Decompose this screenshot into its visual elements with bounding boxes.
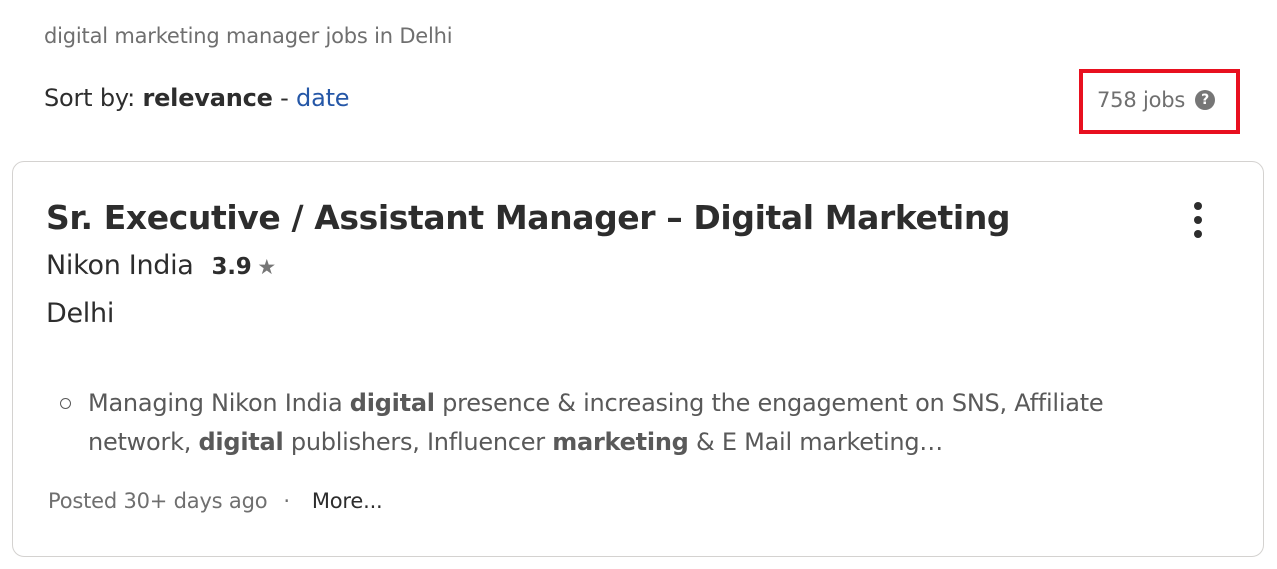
company-name[interactable]: Nikon India [46, 250, 194, 281]
job-title[interactable]: Sr. Executive / Assistant Manager – Digi… [46, 198, 1011, 237]
job-search-results: digital marketing manager jobs in Delhi … [0, 0, 1277, 569]
job-footer: Posted 30+ days ago · More... [48, 489, 383, 513]
sort-option-date-link[interactable]: date [296, 84, 350, 112]
question-mark-icon[interactable]: ? [1195, 90, 1216, 110]
job-count: 758 jobs ? [1097, 88, 1216, 112]
company-info: Nikon India 3.9 ★ [46, 250, 276, 281]
star-icon: ★ [257, 255, 276, 279]
more-link[interactable]: More... [312, 489, 383, 513]
sort-bar: Sort by: relevance - date [44, 84, 350, 112]
posted-date: Posted 30+ days ago [48, 489, 268, 513]
more-options-icon[interactable] [1185, 200, 1211, 242]
sort-option-relevance: relevance [142, 84, 273, 112]
job-card[interactable]: Sr. Executive / Assistant Manager – Digi… [12, 161, 1264, 557]
job-location: Delhi [46, 298, 115, 329]
bullet-icon [60, 398, 71, 409]
job-snippet: Managing Nikon India digital presence & … [88, 389, 1104, 456]
company-rating: 3.9 [211, 254, 252, 280]
sort-label: Sort by: [44, 84, 136, 112]
job-count-text: 758 jobs [1097, 88, 1186, 112]
footer-separator: · [283, 489, 290, 513]
sort-separator: - [280, 84, 289, 112]
search-query-summary: digital marketing manager jobs in Delhi [44, 24, 453, 48]
